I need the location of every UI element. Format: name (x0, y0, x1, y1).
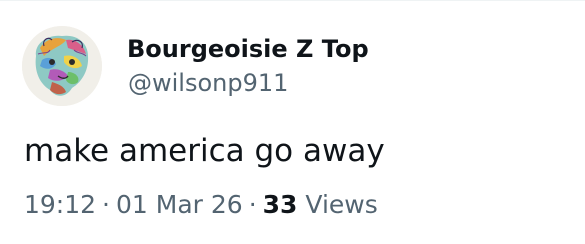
tweet-time[interactable]: 19:12 (24, 189, 96, 221)
views-count: 33 (262, 190, 298, 219)
meta-separator: · (102, 190, 110, 219)
avatar[interactable] (22, 26, 102, 106)
views-label: Views (305, 190, 378, 219)
tweet-card: Bourgeoisie Z Top @wilsonp911 make ameri… (0, 0, 585, 244)
tweet-date[interactable]: 01 Mar 26 (116, 189, 243, 221)
tweet-meta: 19:12 · 01 Mar 26 · 33 Views (24, 189, 378, 221)
avatar-image (22, 26, 102, 106)
author-display-name[interactable]: Bourgeoisie Z Top (127, 34, 369, 64)
author-handle[interactable]: @wilsonp911 (128, 68, 288, 98)
tweet-text: make america go away (24, 133, 385, 169)
meta-separator: · (248, 190, 257, 219)
